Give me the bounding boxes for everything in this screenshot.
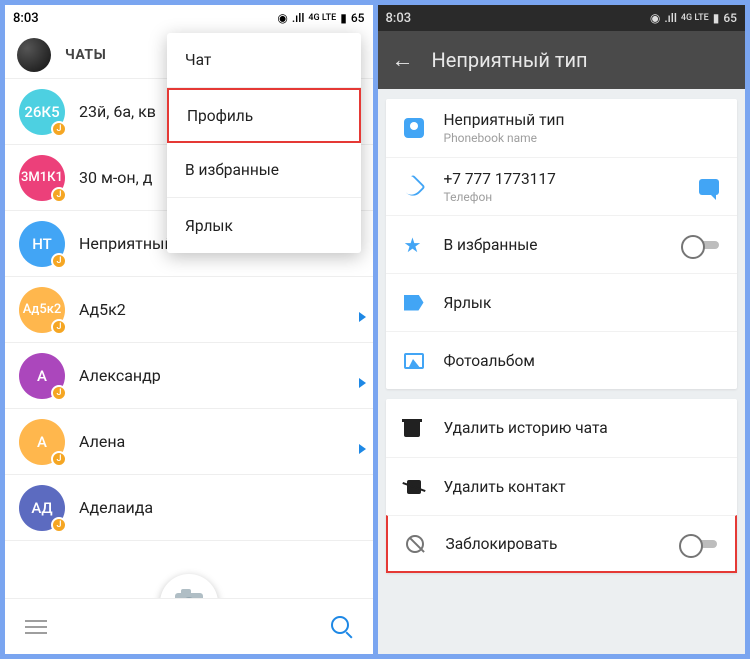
row-block[interactable]: Заблокировать	[386, 515, 738, 573]
search-icon[interactable]	[331, 616, 353, 638]
badge-j-icon: J	[51, 517, 67, 533]
shortcut-label: Ярлык	[444, 294, 720, 312]
phone-right: 8:03 ◉ .ıll 4G LTE ▮ 65 ← Неприятный тип…	[378, 5, 746, 654]
network-type: 4G LTE	[308, 13, 336, 23]
battery-level: 65	[723, 11, 737, 25]
status-indicators: ◉ .ıll 4G LTE ▮ 65	[650, 11, 737, 25]
signal-icon: .ıll	[664, 11, 677, 25]
photos-label: Фотоальбом	[444, 352, 720, 370]
block-icon	[406, 535, 424, 553]
back-icon[interactable]: ←	[392, 47, 414, 73]
wifi-icon: ◉	[650, 11, 660, 25]
card-actions: Удалить историю чата Удалить контакт Заб…	[386, 399, 738, 573]
contact-name: Алена	[79, 432, 359, 451]
profile-avatar[interactable]	[17, 38, 51, 72]
status-indicators: ◉ .ıll 4G LTE ▮ 65	[277, 11, 364, 25]
phone-label: Телефон	[444, 190, 700, 204]
battery-level: 65	[351, 11, 365, 25]
phone-number: +7 777 1773117	[444, 170, 700, 188]
photo-icon	[404, 353, 424, 369]
contact-name: Ад5к2	[79, 300, 359, 319]
delete-contact-icon	[404, 478, 424, 496]
menu-item-shortcut[interactable]: Ярлык	[167, 198, 361, 253]
block-toggle[interactable]	[679, 534, 717, 554]
badge-j-icon: J	[51, 253, 67, 269]
favorite-toggle[interactable]	[681, 235, 719, 255]
battery-icon: ▮	[713, 11, 720, 25]
trash-icon	[404, 419, 420, 437]
avatar: АДJ	[19, 485, 65, 531]
menu-item-favorite[interactable]: В избранные	[167, 143, 361, 198]
row-clear-history[interactable]: Удалить историю чата	[386, 399, 738, 457]
contact-name: Аделаида	[79, 498, 359, 517]
menu-item-chat[interactable]: Чат	[167, 33, 361, 88]
contact-row[interactable]: АJ Алена	[5, 409, 373, 475]
badge-j-icon: J	[51, 187, 67, 203]
contact-name: Александр	[79, 366, 359, 385]
profile-body: Неприятный тип Phonebook name +7 777 177…	[378, 89, 746, 654]
avatar: Ад5к2J	[19, 287, 65, 333]
bottom-nav	[5, 598, 373, 654]
card-info: Неприятный тип Phonebook name +7 777 177…	[386, 99, 738, 389]
row-contact-name: Неприятный тип Phonebook name	[386, 99, 738, 157]
star-icon: ★	[404, 233, 422, 257]
row-shortcut[interactable]: Ярлык	[386, 273, 738, 331]
clear-history-label: Удалить историю чата	[444, 419, 720, 437]
avatar: НТJ	[19, 221, 65, 267]
status-time: 8:03	[13, 11, 39, 26]
row-phone[interactable]: +7 777 1773117 Телефон	[386, 157, 738, 215]
badge-j-icon: J	[51, 319, 67, 335]
menu-item-profile[interactable]: Профиль	[167, 88, 361, 143]
row-favorite[interactable]: ★ В избранные	[386, 215, 738, 273]
message-icon[interactable]	[699, 179, 719, 195]
profile-title: Неприятный тип	[432, 48, 588, 72]
phone-icon	[400, 174, 425, 199]
context-menu: Чат Профиль В избранные Ярлык	[167, 33, 361, 253]
contact-row[interactable]: АДJ Аделаида	[5, 475, 373, 541]
row-delete-contact[interactable]: Удалить контакт	[386, 457, 738, 515]
row-photos[interactable]: Фотоальбом	[386, 331, 738, 389]
profile-header: ← Неприятный тип	[378, 31, 746, 89]
favorite-label: В избранные	[444, 236, 682, 254]
avatar: 26К5J	[19, 89, 65, 135]
network-type: 4G LTE	[681, 13, 709, 23]
avatar: АJ	[19, 419, 65, 465]
badge-j-icon: J	[51, 451, 67, 467]
menu-icon[interactable]	[25, 620, 47, 634]
badge-j-icon: J	[51, 121, 67, 137]
block-label: Заблокировать	[446, 535, 680, 553]
contact-row[interactable]: Ад5к2J Ад5к2	[5, 277, 373, 343]
wifi-icon: ◉	[277, 11, 287, 25]
avatar: АJ	[19, 353, 65, 399]
contact-icon	[404, 118, 424, 138]
contact-row[interactable]: АJ Александр	[5, 343, 373, 409]
contact-name-sub: Phonebook name	[444, 131, 720, 145]
signal-icon: .ıll	[292, 11, 305, 25]
tab-chats[interactable]: ЧАТЫ	[65, 47, 106, 63]
tag-icon	[404, 295, 424, 311]
status-time: 8:03	[386, 11, 412, 26]
badge-j-icon: J	[51, 385, 67, 401]
delete-contact-label: Удалить контакт	[444, 478, 720, 496]
avatar: 3М1К1J	[19, 155, 65, 201]
contact-name-value: Неприятный тип	[444, 111, 720, 129]
battery-icon: ▮	[340, 11, 347, 25]
status-bar: 8:03 ◉ .ıll 4G LTE ▮ 65	[5, 5, 373, 31]
status-bar: 8:03 ◉ .ıll 4G LTE ▮ 65	[378, 5, 746, 31]
phone-left: 8:03 ◉ .ıll 4G LTE ▮ 65 ЧАТЫ 26К5J 23й, …	[5, 5, 373, 654]
